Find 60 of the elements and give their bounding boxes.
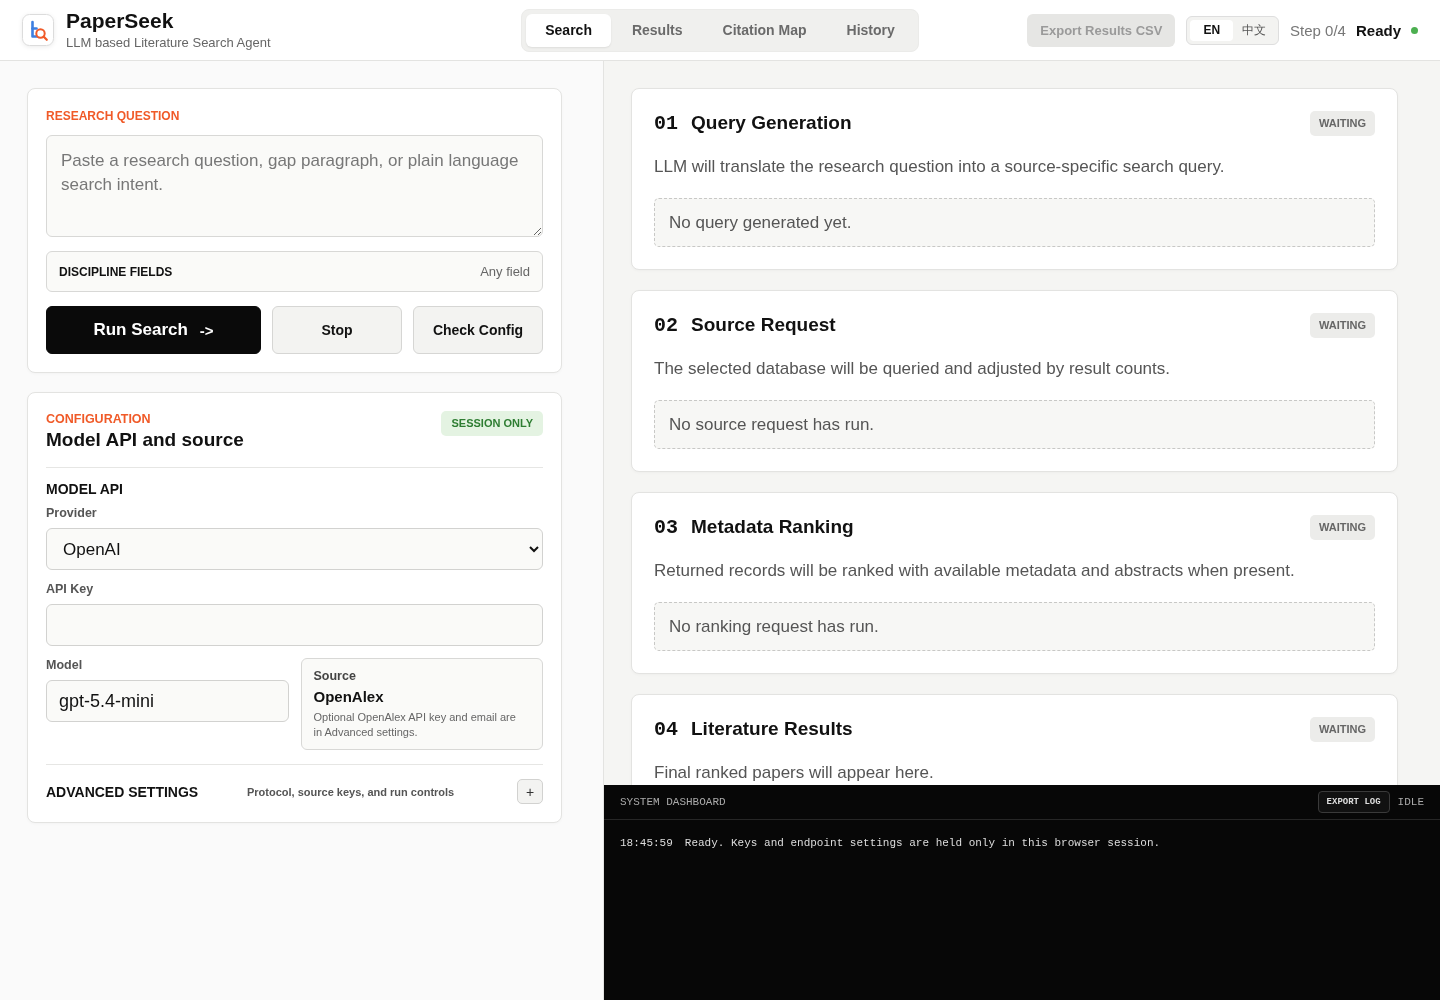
log-message: Ready. Keys and endpoint settings are held only in this browser session. [684,836,1161,850]
section-heading: CONFIGURATION [46,411,152,427]
step-number: 04 [654,718,678,741]
research-question-field[interactable]: Paste a research question, gap paragraph, or plain language search intent. [46,135,543,237]
api-key-field[interactable] [46,604,543,646]
step-output: No source request has run. [654,400,1375,449]
field-value: Any field [480,264,530,279]
nav-tab[interactable]: Results [612,13,702,47]
step-description: Returned records will be ranked with available metadata and abstracts when present. [654,560,1296,582]
discipline-selector[interactable]: DISCIPLINE FIELDS Any field [46,251,543,292]
field-label: Provider [46,505,98,521]
step-output: No ranking request has run. [654,602,1375,651]
step-counter: Step 0/4 [1290,21,1346,39]
action-button[interactable]: Stop [272,306,402,354]
source-note: Optional OpenAlex API key and email are in Advanced settings. [313,710,517,740]
nav-tab[interactable]: Search [526,13,611,47]
app-subtitle: LLM based Literature Search Agent [66,34,271,51]
step-description: The selected database will be queried and adjusted by result counts. [654,358,1171,380]
step-description: Final ranked papers will appear here. [654,762,935,784]
language-option[interactable]: 中文 [1233,19,1276,41]
step-output: No query generated yet. [654,198,1375,247]
step-title: Literature Results [691,718,853,740]
action-button[interactable]: Check Config [413,306,543,354]
status-label: Ready [1355,21,1401,39]
nav-tab[interactable]: History [827,13,914,47]
status-badge: WAITING [1309,717,1375,742]
export-log-button[interactable]: EXPORT LOG [1317,791,1390,813]
step-title: Source Request [691,314,836,336]
status-dot-icon [1411,26,1418,34]
step-title: Query Generation [691,112,852,134]
log-timestamp: 18:45:59 [620,836,673,850]
source-label: Source [313,668,357,684]
subsection-heading: MODEL API [46,480,124,498]
logo-icon [22,14,54,46]
advanced-settings-title: ADVANCED SETTINGS [46,783,200,800]
field-label: API Key [46,581,95,597]
model-field[interactable]: gpt-5.4-mini [46,680,289,722]
advanced-settings-description: Protocol, source keys, and run controls [247,785,456,798]
step-number: 02 [654,314,678,337]
card-title: Model API and source [46,428,244,452]
step-number: 01 [654,112,678,135]
step-number: 03 [654,516,678,539]
step-title: Metadata Ranking [691,516,854,538]
run-search-button[interactable]: Run Search -> [46,306,261,354]
section-heading: RESEARCH QUESTION [46,108,181,124]
dashboard-title: SYSTEM DASHBOARD [620,796,726,808]
provider-select[interactable]: OpenAI [46,528,543,570]
app-title: PaperSeek [66,9,175,33]
dashboard-status: IDLE [1397,796,1424,808]
status-badge: WAITING [1309,111,1375,136]
field-label: DISCIPLINE FIELDS [59,264,173,279]
expand-button[interactable]: + [517,779,543,804]
step-description: LLM will translate the research question into a source-specific search query. [654,156,1226,178]
session-only-badge: SESSION ONLY [441,411,543,436]
status-badge: WAITING [1309,313,1375,338]
source-name: OpenAlex [313,687,385,707]
language-option[interactable]: EN [1190,19,1234,41]
nav-tab[interactable]: Citation Map [703,13,826,47]
status-badge: WAITING [1309,515,1375,540]
field-label: Model [46,657,84,673]
